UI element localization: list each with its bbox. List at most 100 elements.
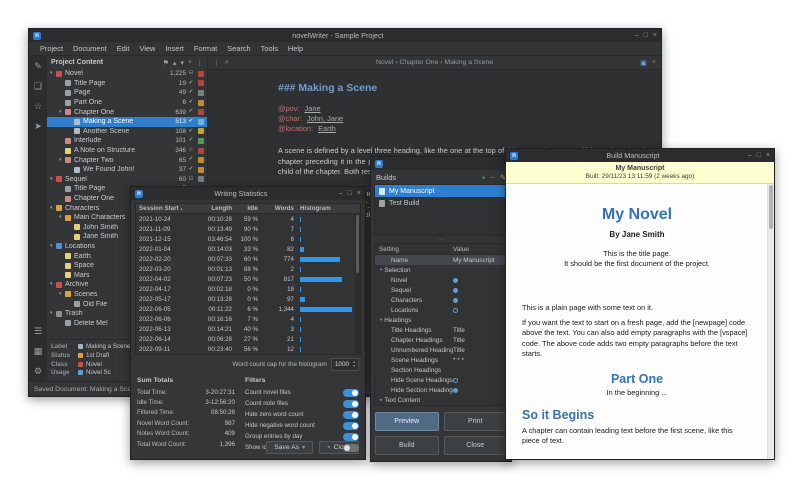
active-state-icon[interactable]: ⊟: [186, 71, 196, 77]
preview-button[interactable]: Preview: [375, 412, 439, 431]
active-state-icon[interactable]: ✔: [186, 90, 196, 96]
breadcrumb[interactable]: Novel › Chapter One › Making a Scene: [229, 59, 640, 66]
session-row[interactable]: 2022-06-13 00:14:21 40 % 3: [136, 324, 355, 334]
active-state-icon[interactable]: ✔: [186, 167, 196, 173]
build-list-item[interactable]: Test Build: [375, 197, 507, 209]
setting-row[interactable]: Unnumbered Headings Title: [375, 345, 507, 355]
word-cap-spinner[interactable]: 1000 ▴ ▾: [331, 358, 359, 371]
active-state-icon[interactable]: ✔: [186, 119, 196, 125]
tree-item[interactable]: Another Scene 108 ✔: [47, 127, 207, 137]
group-expand-icon[interactable]: ▾: [380, 318, 382, 323]
session-row[interactable]: 2021-12-15 03:46:54 100 % 6: [136, 234, 355, 244]
print-button[interactable]: Print: [444, 412, 508, 431]
close-icon[interactable]: ×: [357, 190, 361, 197]
save-as-button[interactable]: Save As ▾: [266, 441, 313, 454]
toggle-switch[interactable]: [343, 400, 359, 408]
session-row[interactable]: 2022-04-02 00:07:23 50 % 817: [136, 274, 355, 284]
active-state-icon[interactable]: ⊘: [186, 148, 196, 154]
active-state-icon[interactable]: ✔: [186, 157, 196, 163]
documents-icon[interactable]: ❏: [34, 81, 42, 92]
session-row[interactable]: 2022-06-06 00:16:16 7 % 4: [136, 314, 355, 324]
close-button[interactable]: Close: [444, 436, 508, 455]
setting-row[interactable]: Locations: [375, 305, 507, 315]
build-button[interactable]: Build: [375, 436, 439, 455]
menu-item[interactable]: Tools: [256, 44, 283, 53]
tree-item[interactable]: A Note on Structure 346 ⊘: [47, 146, 207, 156]
setting-row[interactable]: Characters: [375, 295, 507, 305]
tree-item[interactable]: Part One 6 ✔: [47, 98, 207, 108]
menu-item[interactable]: Search: [222, 44, 255, 53]
session-row[interactable]: 2022-05-17 00:13:28 0 % 97: [136, 294, 355, 304]
tree-item[interactable]: ▾ Novel 1,225 ⊟: [47, 69, 207, 79]
setting-row[interactable]: Title Headings Title: [375, 325, 507, 335]
active-state-icon[interactable]: ✔: [186, 81, 196, 87]
session-row[interactable]: 2022-06-05 00:11:22 6 % 1,344: [136, 304, 355, 314]
sessions-table-header[interactable]: Session Start▴ Length Idle Words Histogr…: [135, 203, 361, 214]
builds-titlebar[interactable]: n: [371, 157, 511, 170]
scrollbar[interactable]: [767, 184, 774, 459]
menu-item[interactable]: Insert: [160, 44, 188, 53]
setting-row[interactable]: Novel: [375, 275, 507, 285]
expand-editor-icon[interactable]: ▣: [640, 59, 647, 67]
menu-item[interactable]: Help: [283, 44, 308, 53]
preview-titlebar[interactable]: n Build Manuscript – □ ×: [506, 149, 774, 162]
minimize-icon[interactable]: –: [339, 190, 343, 197]
session-row[interactable]: 2022-09-11 00:23:40 56 % 12: [136, 344, 355, 354]
setting-row[interactable]: ▾ Headings: [375, 315, 507, 325]
maximize-icon[interactable]: □: [348, 190, 352, 197]
chart-icon[interactable]: ▦: [34, 346, 43, 357]
active-state-icon[interactable]: ✔: [186, 129, 196, 135]
toggle-switch[interactable]: [343, 433, 359, 441]
move-up-icon[interactable]: ▴: [173, 59, 177, 67]
toggle-switch[interactable]: [343, 422, 359, 430]
menu-item[interactable]: Project: [35, 44, 68, 53]
add-build-icon[interactable]: +: [481, 173, 485, 182]
gear-icon[interactable]: ⚙: [34, 366, 42, 377]
setting-row[interactable]: ▾ Selection: [375, 265, 507, 275]
active-state-icon[interactable]: ✔: [186, 109, 196, 115]
menu-item[interactable]: Edit: [112, 44, 135, 53]
group-expand-icon[interactable]: ▸: [380, 398, 382, 403]
export-icon[interactable]: ➤: [34, 121, 42, 132]
sessions-table-body[interactable]: 2021-10-24 00:10:28 59 % 4 2021-11-09 00…: [135, 214, 361, 355]
menu-item[interactable]: Format: [189, 44, 222, 53]
splitter-handle[interactable]: ⋯: [371, 236, 511, 243]
close-icon[interactable]: ×: [766, 152, 770, 159]
close-icon[interactable]: ×: [653, 32, 657, 39]
tag-value-link[interactable]: John, Jane: [307, 114, 343, 123]
tree-item[interactable]: Making a Scene 513 ✔: [47, 117, 207, 127]
close-document-icon[interactable]: ×: [652, 59, 656, 67]
tree-item[interactable]: ▾ Chapter Two 65 ✔: [47, 155, 207, 165]
manuscript-preview[interactable]: My Novel By Jane Smith This is the title…: [506, 184, 768, 459]
kebab-menu-icon[interactable]: ⋮: [196, 59, 203, 67]
active-state-icon[interactable]: ✔: [186, 138, 196, 144]
toggle-switch[interactable]: [343, 389, 359, 397]
scrollbar[interactable]: [355, 214, 360, 354]
tag-value-link[interactable]: Earth: [318, 124, 336, 133]
maximize-icon[interactable]: □: [644, 32, 648, 39]
tag-value-link[interactable]: Jane: [305, 104, 321, 113]
remove-build-icon[interactable]: −: [490, 173, 494, 182]
scrollbar-thumb[interactable]: [769, 185, 773, 229]
session-row[interactable]: 2021-10-24 00:10:28 59 % 4: [136, 214, 355, 224]
bookmark-icon[interactable]: ⚑: [163, 59, 169, 67]
build-list-item[interactable]: My Manuscript: [375, 185, 507, 197]
tree-item[interactable]: ▾ Chapter One 639 ✔: [47, 107, 207, 117]
session-row[interactable]: 2022-02-20 00:07:33 60 % 774: [136, 254, 355, 264]
tree-item[interactable]: Page 49 ✔: [47, 88, 207, 98]
minimize-icon[interactable]: –: [635, 32, 639, 39]
maximize-icon[interactable]: □: [757, 152, 761, 159]
setting-row[interactable]: ▸ Text Content: [375, 395, 507, 405]
session-row[interactable]: 2022-03-20 00:01:13 88 % 2: [136, 264, 355, 274]
add-icon[interactable]: +: [188, 59, 192, 67]
toggle-switch[interactable]: [343, 444, 359, 452]
tree-item[interactable]: Interlude 101 ✔: [47, 136, 207, 146]
active-state-icon[interactable]: ✔: [186, 100, 196, 106]
list-icon[interactable]: ☰: [34, 326, 42, 337]
setting-row[interactable]: Sequel: [375, 285, 507, 295]
toggle-switch[interactable]: [343, 411, 359, 419]
setting-row[interactable]: Hide Scene Headings: [375, 375, 507, 385]
move-down-icon[interactable]: ▾: [180, 59, 184, 67]
setting-row[interactable]: Scene Headings * * *: [375, 355, 507, 365]
editor-menu-icon[interactable]: ⋮: [213, 59, 220, 67]
